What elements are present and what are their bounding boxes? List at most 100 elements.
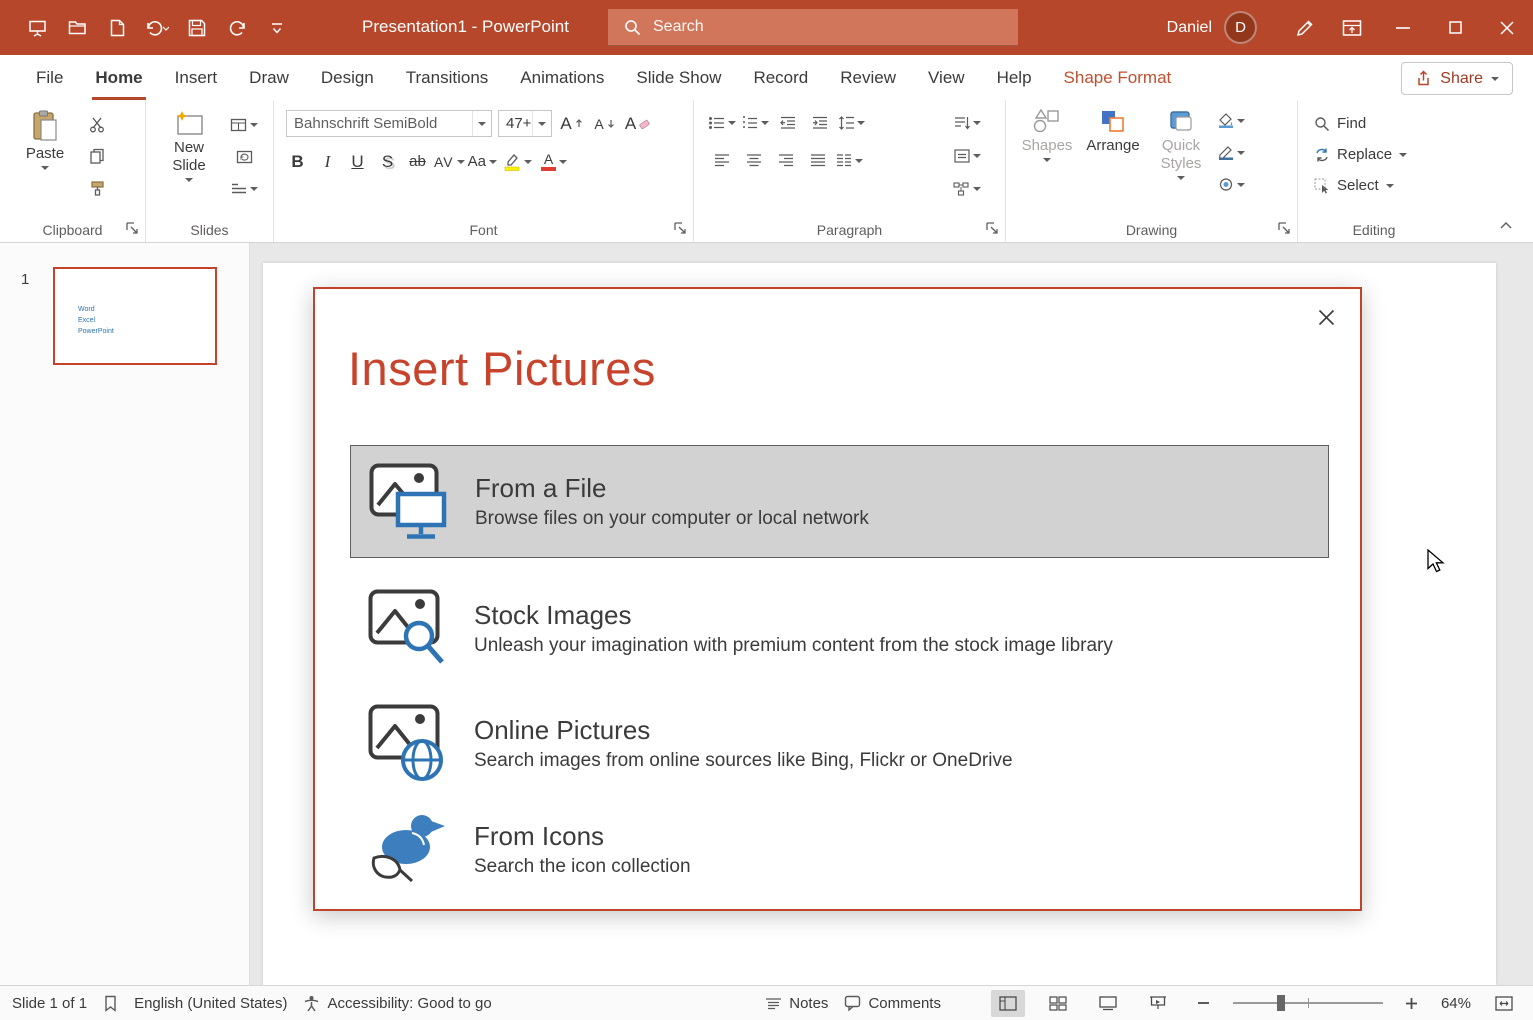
maximize-button[interactable] bbox=[1429, 0, 1481, 55]
character-spacing-button[interactable]: AV bbox=[434, 149, 465, 174]
zoom-out-button[interactable] bbox=[1191, 990, 1217, 1017]
align-left-button[interactable] bbox=[708, 148, 735, 173]
bullets-button[interactable] bbox=[708, 110, 736, 135]
text-shadow-button[interactable]: S bbox=[374, 149, 401, 174]
grow-font-button[interactable]: A bbox=[558, 111, 585, 136]
start-slideshow-button[interactable] bbox=[22, 12, 52, 44]
italic-button[interactable]: I bbox=[314, 149, 341, 174]
line-spacing-button[interactable] bbox=[838, 110, 865, 135]
tab-design[interactable]: Design bbox=[305, 55, 390, 100]
align-right-button[interactable] bbox=[772, 148, 799, 173]
select-button[interactable]: Select bbox=[1298, 172, 1450, 199]
cut-button[interactable] bbox=[84, 112, 111, 137]
replace-button[interactable]: Replace bbox=[1298, 141, 1450, 168]
tab-review[interactable]: Review bbox=[824, 55, 912, 100]
reset-button[interactable] bbox=[230, 144, 258, 169]
font-dialog-launcher[interactable] bbox=[674, 222, 687, 235]
strikethrough-button[interactable]: ab bbox=[404, 149, 431, 174]
reading-view-button[interactable] bbox=[1091, 990, 1125, 1017]
font-name-combo[interactable]: Bahnschrift SemiBold bbox=[286, 110, 492, 137]
tab-home[interactable]: Home bbox=[79, 55, 158, 100]
close-window-button[interactable] bbox=[1481, 0, 1533, 55]
share-button[interactable]: Share bbox=[1401, 62, 1513, 95]
columns-button[interactable] bbox=[836, 148, 863, 173]
shape-fill-button[interactable] bbox=[1218, 108, 1245, 133]
normal-view-button[interactable] bbox=[991, 990, 1025, 1017]
increase-indent-button[interactable] bbox=[806, 110, 833, 135]
notes-button[interactable]: Notes bbox=[765, 995, 828, 1012]
customize-qat-button[interactable] bbox=[262, 12, 292, 44]
arrange-button[interactable]: Arrange bbox=[1082, 102, 1144, 197]
format-painter-button[interactable] bbox=[84, 176, 111, 201]
option-stock-images[interactable]: Stock Images Unleash your imagination wi… bbox=[350, 582, 1329, 674]
fit-slide-button[interactable] bbox=[1487, 990, 1521, 1017]
convert-to-smartart-button[interactable] bbox=[953, 176, 981, 201]
tab-shape-format[interactable]: Shape Format bbox=[1048, 55, 1188, 100]
open-file-button[interactable] bbox=[62, 12, 92, 44]
quick-styles-button[interactable]: Quick Styles bbox=[1150, 102, 1212, 197]
comments-button[interactable]: Comments bbox=[844, 995, 941, 1012]
draw-ink-button[interactable] bbox=[1283, 12, 1327, 44]
tab-animations[interactable]: Animations bbox=[504, 55, 620, 100]
underline-button[interactable]: U bbox=[344, 149, 371, 174]
account-name[interactable]: Daniel bbox=[1167, 19, 1212, 37]
new-file-button[interactable] bbox=[102, 12, 132, 44]
tab-slide-show[interactable]: Slide Show bbox=[620, 55, 737, 100]
tab-view[interactable]: View bbox=[912, 55, 981, 100]
copy-button[interactable] bbox=[84, 144, 111, 169]
search-input[interactable] bbox=[653, 18, 983, 36]
language-button[interactable]: English (United States) bbox=[134, 995, 287, 1012]
zoom-level-button[interactable]: 64% bbox=[1441, 995, 1471, 1012]
paragraph-dialog-launcher[interactable] bbox=[986, 222, 999, 235]
align-center-button[interactable] bbox=[740, 148, 767, 173]
tab-file[interactable]: File bbox=[20, 55, 79, 100]
dialog-close-button[interactable] bbox=[1310, 301, 1342, 333]
change-case-button[interactable]: Aa bbox=[468, 149, 497, 174]
tab-insert[interactable]: Insert bbox=[159, 55, 234, 100]
section-button[interactable] bbox=[230, 176, 258, 201]
zoom-slider[interactable] bbox=[1233, 1002, 1383, 1004]
zoom-slider-thumb[interactable] bbox=[1277, 995, 1285, 1011]
slide-sorter-view-button[interactable] bbox=[1041, 990, 1075, 1017]
paste-button[interactable]: Paste bbox=[16, 104, 74, 201]
text-highlight-button[interactable] bbox=[500, 149, 534, 174]
collapse-ribbon-button[interactable] bbox=[1495, 216, 1517, 234]
ribbon-display-options-button[interactable] bbox=[1327, 12, 1377, 44]
find-button[interactable]: Find bbox=[1298, 110, 1450, 137]
layout-button[interactable] bbox=[230, 112, 258, 137]
undo-button[interactable] bbox=[142, 12, 172, 44]
new-slide-button[interactable]: New Slide bbox=[158, 104, 220, 201]
clipboard-dialog-launcher[interactable] bbox=[126, 222, 139, 235]
shape-effects-button[interactable] bbox=[1218, 172, 1245, 197]
option-from-icons[interactable]: From Icons Search the icon collection bbox=[350, 809, 1329, 889]
option-online-pictures[interactable]: Online Pictures Search images from onlin… bbox=[350, 697, 1329, 789]
spell-check-button[interactable] bbox=[103, 995, 118, 1012]
font-color-button[interactable]: A bbox=[537, 149, 571, 174]
shapes-button[interactable]: Shapes bbox=[1018, 102, 1076, 197]
search-box[interactable] bbox=[608, 9, 1018, 46]
tab-draw[interactable]: Draw bbox=[233, 55, 305, 100]
redo-button[interactable] bbox=[222, 12, 252, 44]
tab-transitions[interactable]: Transitions bbox=[390, 55, 505, 100]
minimize-button[interactable] bbox=[1377, 0, 1429, 55]
bold-button[interactable]: B bbox=[284, 149, 311, 174]
align-text-button[interactable] bbox=[953, 143, 981, 168]
font-size-combo[interactable]: 47+ bbox=[498, 110, 552, 137]
clear-formatting-button[interactable]: A bbox=[624, 111, 651, 136]
drawing-dialog-launcher[interactable] bbox=[1278, 222, 1291, 235]
numbering-button[interactable] bbox=[741, 110, 769, 135]
shrink-font-button[interactable]: A bbox=[591, 111, 618, 136]
slide-thumbnail[interactable]: Word Excel PowerPoint bbox=[53, 267, 217, 365]
tab-record[interactable]: Record bbox=[737, 55, 824, 100]
accessibility-button[interactable]: Accessibility: Good to go bbox=[303, 995, 491, 1012]
account-avatar[interactable]: D bbox=[1224, 11, 1257, 44]
text-direction-button[interactable] bbox=[953, 110, 981, 135]
slideshow-view-button[interactable] bbox=[1141, 990, 1175, 1017]
save-button[interactable] bbox=[182, 12, 212, 44]
shape-outline-button[interactable] bbox=[1218, 140, 1245, 165]
tab-help[interactable]: Help bbox=[981, 55, 1048, 100]
option-from-a-file[interactable]: From a File Browse files on your compute… bbox=[350, 445, 1329, 558]
decrease-indent-button[interactable] bbox=[774, 110, 801, 135]
zoom-in-button[interactable] bbox=[1399, 990, 1425, 1017]
justify-button[interactable] bbox=[804, 148, 831, 173]
